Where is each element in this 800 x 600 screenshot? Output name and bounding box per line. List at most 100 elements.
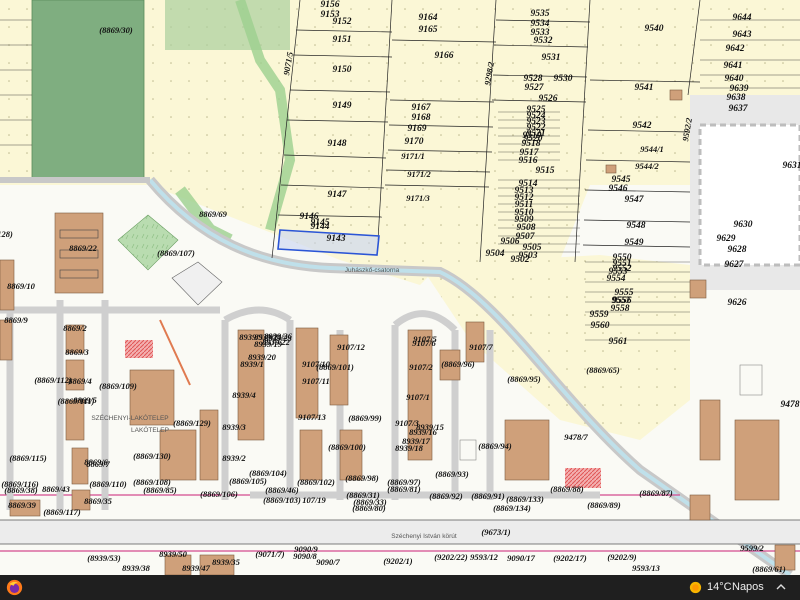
parcel-label: (9673/1) [481,527,510,537]
parcel-label: (9071/7) [255,549,284,559]
parcel-label: 9530 [554,74,573,84]
parcel-label: 9561 [609,337,628,347]
parcel-label: 9150 [333,65,352,75]
parcel-label: 9171/3 [406,193,430,203]
parcel-label: 9644 [733,13,752,23]
parcel-label: 9171/2 [407,169,431,179]
parcel-label: 9540 [645,24,664,34]
parcel-label: (8869/38) [4,485,38,495]
parcel-label: 9532 [534,36,553,46]
parcel-label: 8939/26 [264,331,293,341]
parcel-label: 9107/11 [302,376,329,386]
parcel-label: 9593/13 [632,563,661,573]
parcel-label: 9542 [633,121,652,131]
parcel-label: (8869/46) [265,485,299,495]
parcel-label: (8869/105) [229,476,267,486]
parcel-label: 8939/3 [222,422,246,432]
parcel-label: 9169 [408,124,427,134]
parcel-label: 9156 [321,0,340,10]
parcel-label: 9478 [781,400,800,410]
parcel-label: 8939/15 [416,422,445,432]
firefox-icon[interactable] [6,579,23,596]
parcel-label: 9148 [328,139,347,149]
street-label: LAKÓTELEP [131,425,169,434]
parcel-label: 9166 [435,51,454,61]
parcel-label: (8869/92) [429,491,463,501]
parcel-label: (8869/91) [471,491,505,501]
parcel-label: 9535 [531,9,550,19]
parcel-label: (8869/89) [587,500,621,510]
parcel-label: (8869/94) [478,441,512,451]
parcel-label: (8869/99) [348,413,382,423]
parcel-label: 8939/50 [159,549,188,559]
parcel-label: (8869/111) [58,396,95,406]
parcel-label: 9107/2 [409,362,433,372]
parcel-label: 9558 [611,304,630,314]
parcel-label: (8869/117) [43,507,80,517]
parcel-label: 9531 [542,53,561,63]
parcel-label: 9165 [419,25,438,35]
sun-weather-icon[interactable] [688,580,703,595]
parcel-label: 8869/43 [42,484,71,494]
parcel-label: 9502 [511,255,530,265]
parcel-label: 9526 [539,94,558,104]
parcel-label: 9504 [486,249,505,259]
chevron-up-icon[interactable] [774,580,788,594]
parcel-label: 8869/10 [7,281,36,291]
parcel-label: 8869/4 [68,376,92,386]
parcel-label: 9629 [717,234,736,244]
weather-condition-text[interactable]: Napos [732,581,764,593]
parcel-label: 9151 [333,35,352,45]
parcel-label: (8869/106) [200,489,238,499]
parcel-label: 9107/12 [337,342,366,352]
parcel-label: 9544/1 [640,144,664,154]
parcel-label: (8869/134) [493,503,531,513]
parcel-label: 8939/2 [222,453,246,463]
parcel-label: 9168 [412,113,431,123]
parcel-label: 9593/12 [470,552,499,562]
parcel-label: 9107/7 [469,342,493,352]
parcel-label: 128) [0,229,13,239]
parcel-label: 8939/4 [232,390,256,400]
parcel-label: (8869/101) [316,362,354,372]
parcel-label: 8869/69 [199,209,228,219]
parcel-label: 8869/2 [63,323,87,333]
parcel-label: 9547 [625,195,645,205]
parcel-label: (8869/81) [387,484,421,494]
parcel-label: 9515 [536,166,555,176]
parcel-label: 8869/39 [8,500,37,510]
parcel-label: 9516 [519,156,538,166]
parcel-label: 9640 [725,74,744,84]
parcel-label: 9170 [405,137,424,147]
parcel-label: 9637 [729,104,749,114]
parcel-label: 9090/8 [293,551,317,561]
parcel-label: 9626 [728,298,747,308]
parcel-label: 9549 [625,238,644,248]
parcel-label: 8939/35 [212,557,241,567]
parcel-label: (9202/1) [383,556,412,566]
parcel-label: 9559 [590,310,609,320]
parcel-label: (8869/109) [99,381,137,391]
parcel-label: (8869/65) [586,365,620,375]
parcel-label: (9202/17) [553,553,587,563]
temperature-text[interactable]: 14°C [707,581,732,593]
parcel-label: (8939/53) [87,553,121,563]
taskbar: 14°C Napos [0,575,800,600]
parcel-label: 8869/35 [84,496,113,506]
parcel-label: 8869/22 [69,243,98,253]
street-label: SZÉCHENYI-LAKÓTELEP [91,413,168,422]
parcel-label: (8869/100) [328,442,366,452]
parcel-label: (8869/33) [353,497,387,507]
parcel-label: (8869/107) [157,248,195,258]
parcel-label: (8869/115) [9,453,46,463]
parcel-label: 8939/38 [122,563,151,573]
map-canvas[interactable]: 915691539152 9164916591519166915091499148… [0,0,800,575]
parcel-label: (8869/112) [34,375,71,385]
parcel-label: 8939/20 [248,352,277,362]
parcel-label: (8869/95) [507,374,541,384]
parcel-label: (8869/85) [143,485,177,495]
cadastral-map[interactable]: 9156 9153 9152 9164 9165 9151 9166 9150 9149 9148… [0,0,800,575]
parcel-label: 9541 [635,83,654,93]
parcel-label: 8869/9 [4,315,28,325]
parcel-label: 9560 [591,321,610,331]
